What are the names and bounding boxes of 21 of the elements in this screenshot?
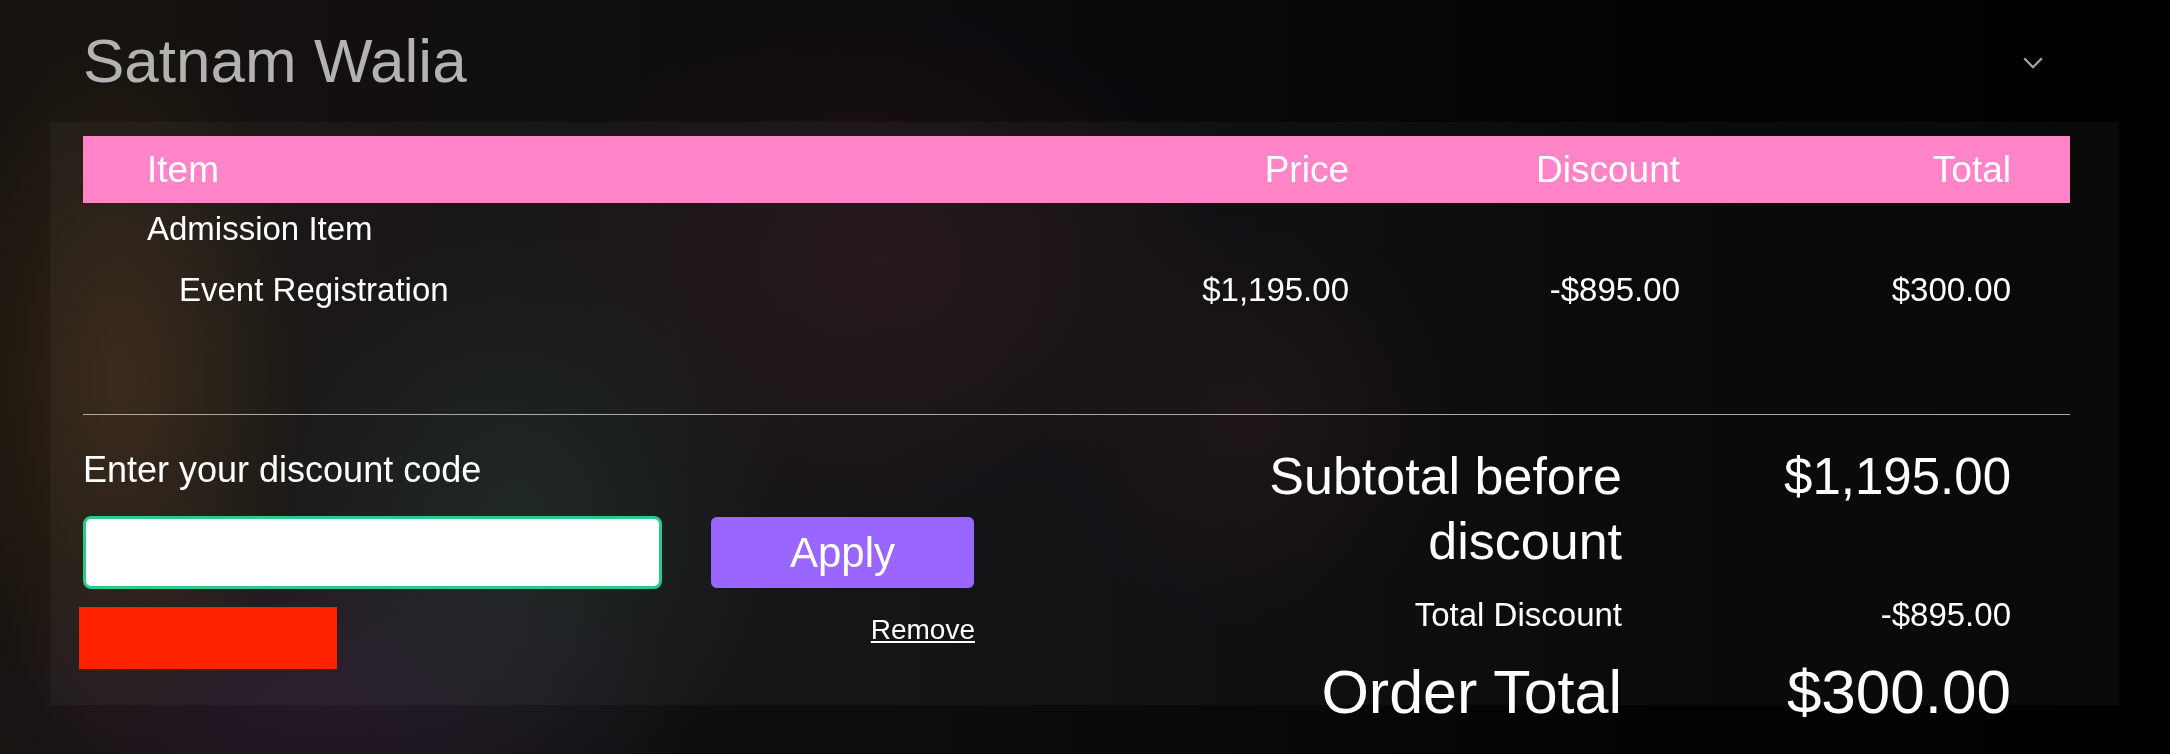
- total-value: $1,195.00: [1784, 447, 2011, 507]
- column-header: Total: [1932, 147, 2011, 192]
- total-label: Total Discount: [1414, 595, 1622, 635]
- field-label: Enter your discount code: [83, 448, 482, 492]
- total-value: -$895.00: [1880, 595, 2011, 635]
- column-header: Discount: [1536, 147, 1680, 192]
- discount-code-field[interactable]: [83, 516, 662, 589]
- total-label: Subtotal before discount: [1268, 446, 1622, 572]
- remove-link[interactable]: Remove: [870, 613, 975, 647]
- total-value: $300.00: [1786, 657, 2011, 727]
- table-cell: $1,195.00: [1202, 270, 1349, 310]
- table-cell: $300.00: [1891, 270, 2011, 310]
- attendee-name: Satnam Walia: [83, 30, 467, 92]
- apply-button[interactable]: Apply: [710, 516, 975, 589]
- table-cell: Admission Item: [147, 209, 373, 249]
- table-cell: Event Registration: [179, 270, 449, 310]
- chevron-down-icon[interactable]: [2023, 57, 2043, 69]
- table-cell: -$895.00: [1549, 270, 1680, 310]
- column-header: Price: [1264, 147, 1349, 192]
- column-header: Item: [147, 147, 219, 192]
- total-label: Order Total: [1321, 657, 1622, 727]
